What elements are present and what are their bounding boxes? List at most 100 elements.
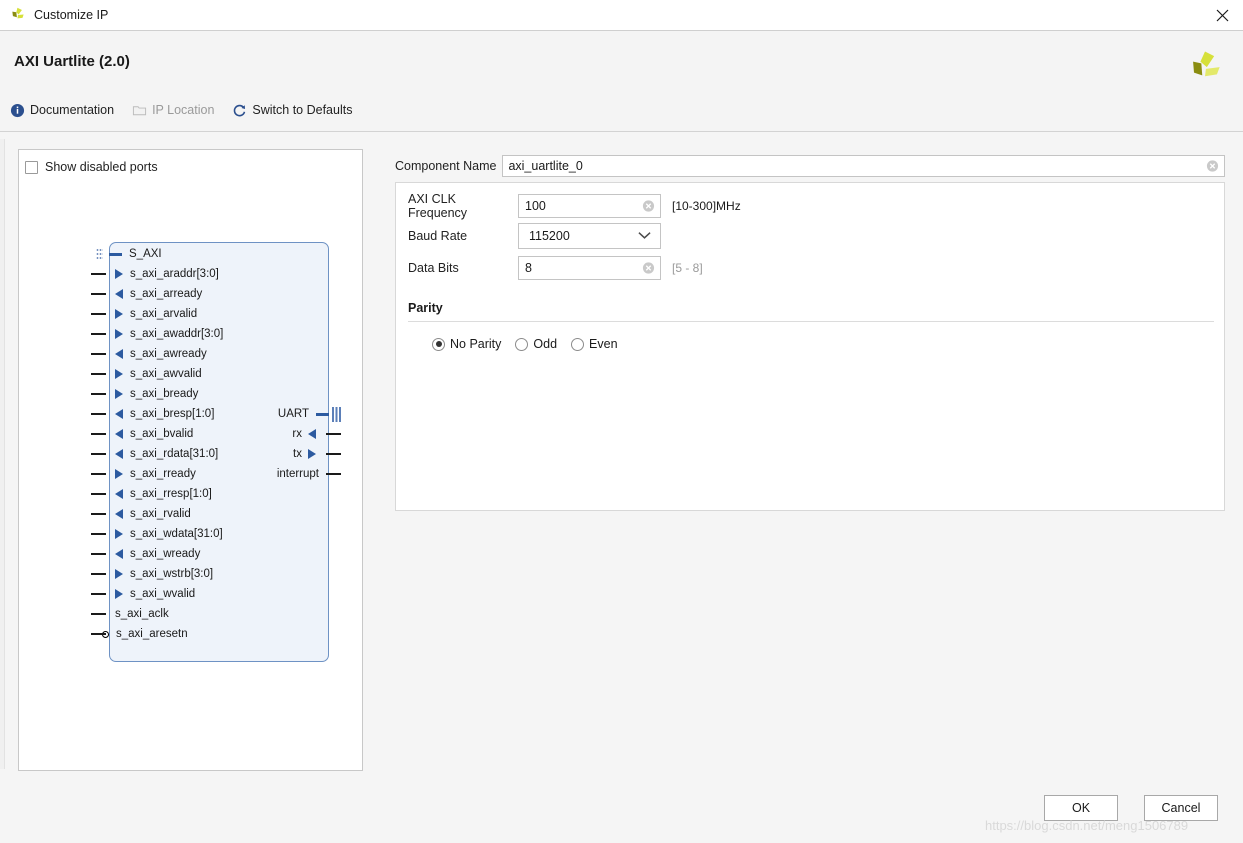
port-input-arrow-icon [115,269,123,279]
port-row[interactable]: s_axi_wdata[31:0] [91,524,223,544]
parity-option-label: Even [589,337,618,351]
port-row[interactable]: s_axi_wready [91,544,200,564]
port-label: s_axi_rvalid [130,508,191,520]
parity-option-label: No Parity [450,337,502,351]
component-name-input[interactable]: axi_uartlite_0 [502,155,1225,177]
xilinx-logo-icon [1183,46,1227,90]
cancel-label: Cancel [1161,801,1201,815]
port-output-arrow-icon [115,489,123,499]
port-input-arrow-icon [115,329,123,339]
port-row[interactable]: s_axi_wvalid [91,584,195,604]
baud-rate-select[interactable]: 115200 [518,223,661,249]
component-name-value: axi_uartlite_0 [508,159,583,173]
port-wire-stub [91,333,106,335]
switch-to-defaults-label: Switch to Defaults [252,103,353,118]
parity-radio-group: No Parity Odd Even [432,337,632,351]
port-label: S_AXI [129,248,162,260]
port-wire-stub [91,313,106,315]
switch-to-defaults-button[interactable]: Switch to Defaults [232,103,352,118]
port-label: s_axi_bresp[1:0] [130,408,215,420]
chevron-down-icon [638,227,651,245]
port-output-arrow-icon [115,289,123,299]
port-wire-stub [91,293,106,295]
port-output-arrow-icon [308,429,316,439]
port-row[interactable]: s_axi_awready [91,344,207,364]
cancel-button[interactable]: Cancel [1144,795,1218,821]
port-row[interactable]: s_axi_aresetn [91,624,188,644]
port-label: s_axi_awaddr[3:0] [130,328,224,340]
title-bar: Customize IP [0,0,1243,31]
port-row[interactable]: s_axi_arready [91,284,202,304]
port-wire-stub [91,513,106,515]
port-row[interactable]: s_axi_aclk [91,604,169,624]
port-row[interactable]: s_axi_rdata[31:0] [91,444,218,464]
port-output-arrow-icon [115,429,123,439]
port-row[interactable]: s_axi_bresp[1:0] [91,404,214,424]
radio-button[interactable] [515,337,529,351]
port-row[interactable]: rx [292,424,341,444]
xilinx-logo-icon [9,6,27,24]
port-row[interactable]: s_axi_rready [91,464,196,484]
port-row[interactable]: s_axi_rresp[1:0] [91,484,212,504]
port-row[interactable]: s_axi_wstrb[3:0] [91,564,213,584]
port-row[interactable]: s_axi_bready [91,384,198,404]
parity-option-odd[interactable]: Odd [515,337,557,351]
data-bits-row: Data Bits 8 [5 - 8] [408,256,703,280]
folder-icon [132,103,147,118]
port-row[interactable]: s_axi_araddr[3:0] [91,264,219,284]
port-wire-stub [91,273,106,275]
port-wire-stub [91,633,106,635]
port-row[interactable]: interrupt [277,464,341,484]
port-wire-stub [326,433,341,435]
show-disabled-ports-checkbox[interactable]: Show disabled ports [25,160,158,174]
checkbox-box [25,160,38,174]
port-row[interactable]: s_axi_awvalid [91,364,202,384]
baud-rate-value: 115200 [529,229,570,243]
close-button[interactable] [1201,0,1243,30]
clear-icon[interactable] [1206,160,1219,173]
port-row[interactable]: s_axi_rvalid [91,504,191,524]
documentation-button[interactable]: Documentation [10,103,114,118]
port-input-arrow-icon [115,309,123,319]
port-label: s_axi_wvalid [130,588,196,600]
parity-section-title: Parity [408,301,443,315]
port-wire-stub [91,593,106,595]
port-label: s_axi_aclk [115,608,169,620]
customize-ip-dialog: Customize IP AXI Uartlite (2.0) Document… [0,0,1243,843]
header-toolbar: Documentation IP Location Switch to Defa… [10,103,370,118]
close-icon [1216,9,1228,21]
ip-location-button[interactable]: IP Location [132,103,214,118]
port-output-arrow-icon [115,409,123,419]
bus-grip-handle[interactable] [96,248,103,261]
port-input-arrow-icon [115,589,123,599]
info-icon [10,103,25,118]
axi-clk-frequency-value: 100 [525,199,546,213]
port-wire-stub [91,473,106,475]
clear-icon[interactable] [642,200,655,213]
radio-button[interactable] [571,337,585,351]
bus-connector-icon [109,252,122,256]
parity-option-even[interactable]: Even [571,337,618,351]
port-label: s_axi_araddr[3:0] [130,268,219,280]
parity-option-no-parity[interactable]: No Parity [432,337,501,351]
ip-block-symbol[interactable]: S_AXI s_axi_araddr[3:0] s_axi_arready s_ax… [91,242,341,664]
ok-button[interactable]: OK [1044,795,1118,821]
bus-connector-icon [316,412,329,416]
port-input-arrow-icon [115,569,123,579]
port-label: tx [293,448,302,460]
port-row[interactable]: tx [293,444,341,464]
port-label: s_axi_rdata[31:0] [130,448,219,460]
port-row[interactable]: s_axi_awaddr[3:0] [91,324,223,344]
radio-button[interactable] [432,337,445,351]
port-s-axi-bus[interactable]: S_AXI [91,244,162,264]
left-scroll-gutter[interactable] [0,139,5,769]
port-row[interactable]: s_axi_arvalid [91,304,197,324]
data-bits-input[interactable]: 8 [518,256,661,280]
clear-icon[interactable] [642,262,655,275]
port-row[interactable]: UART [278,404,341,424]
window-title: Customize IP [34,8,109,22]
port-wire-stub [91,493,106,495]
show-disabled-ports-label: Show disabled ports [45,160,158,174]
axi-clk-frequency-input[interactable]: 100 [518,194,661,218]
port-row[interactable]: s_axi_bvalid [91,424,193,444]
